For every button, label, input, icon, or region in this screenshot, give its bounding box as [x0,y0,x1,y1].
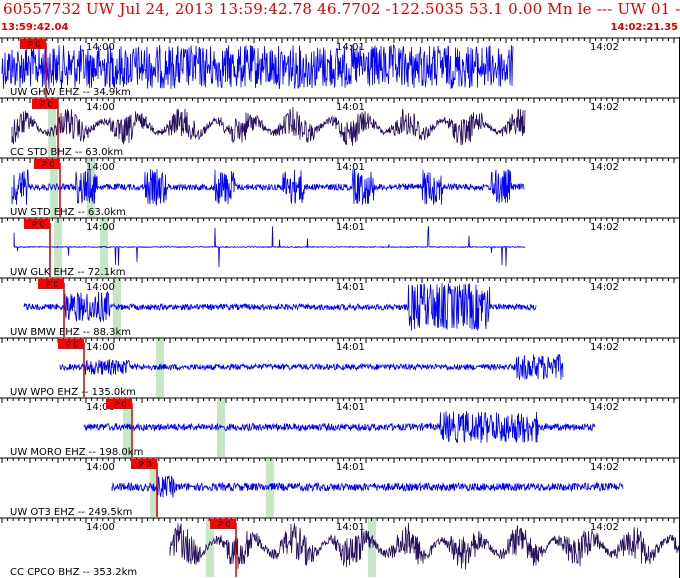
station-label: UW GHW EHZ -- 34.9km [10,87,131,98]
channel-panel[interactable]: 14:00 14:01 14:02 P 0 UW GLK EHZ -- 72.1km [0,217,680,278]
pick-phase-label: P 0 [32,220,44,229]
waveform-trace [111,475,624,498]
station-label: UW GLK EHZ -- 72.1km [10,267,126,278]
pick-phase-label: P 0 [28,40,40,49]
pick-phase-label: P 0 [114,400,126,409]
event-header: 60557732 UW Jul 24, 2013 13:59:42.78 46.… [0,0,680,22]
channel-panel[interactable]: 14:00 14:01 14:02 P 0 CC STD BHZ -- 63.0km [0,97,680,158]
waveform-trace [1,44,514,89]
event-title: 60557732 UW Jul 24, 2013 13:59:42.78 46.… [3,0,680,18]
pick-phase-label: P 0 [66,340,78,349]
time-label: 14:00 [86,342,115,353]
channel-panel[interactable]: 14:00 14:01 14:02 P 0 UW WPO EHZ -- 135.0km [0,337,680,398]
station-label: UW WPO EHZ -- 135.0km [10,387,136,398]
time-label: 14:00 [86,522,115,533]
time-label: 14:02 [590,102,619,113]
time-label: 14:02 [590,222,619,233]
pick-phase-label: P 0 [139,460,151,469]
channel-panel[interactable]: 14:00 14:01 14:02 P 0 CC CPCO BHZ -- 353.2km [0,517,680,578]
pick-phase-label: P 0 [42,160,54,169]
pick-window-band [368,519,376,577]
station-label: UW STD EHZ -- 63.0km [10,207,126,218]
station-label: CC STD BHZ -- 63.0km [10,147,123,158]
time-label: 14:02 [590,462,619,473]
waveform-trace [59,354,564,380]
time-label: 14:00 [86,102,115,113]
time-label: 14:02 [590,162,619,173]
pick-phase-label: P 0 [218,520,230,529]
channel-panel[interactable]: 14:00 14:01 14:02P 0UW MORO EHZ -- 198.0km [0,397,680,458]
start-time: 13:59:42.04 [1,22,69,33]
time-label: 14:02 [590,402,619,413]
time-label: 14:02 [590,42,619,53]
time-label: 14:01 [336,162,365,173]
seismogram-panel[interactable]: 14:00 14:01 14:02P 0UW GHW EHZ -- 34.9km14… [0,37,680,578]
channel-panel[interactable]: 14:00 14:01 14:02 P 0 UW BMW EHZ -- 88.3km [0,277,680,338]
waveform-trace [83,411,596,444]
time-label: 14:02 [590,342,619,353]
channel-panel[interactable]: 14:00 14:01 14:02P 0UW GHW EHZ -- 34.9km [0,37,680,98]
station-label: UW MORO EHZ -- 198.0km [10,447,143,458]
time-label: 14:01 [336,402,365,413]
time-label: 14:01 [336,222,365,233]
time-label: 14:00 [86,282,115,293]
station-label: CC CPCO BHZ -- 353.2km [10,567,137,578]
time-label: 14:00 [86,222,115,233]
station-label: UW BMW EHZ -- 88.3km [10,327,131,338]
station-label: UW OT3 EHZ -- 249.5km [10,507,132,518]
time-label: 14:02 [590,522,619,533]
time-label: 14:00 [86,462,115,473]
channel-panel[interactable]: 14:00 14:01 14:02P 0UW STD EHZ -- 63.0km [0,157,680,218]
end-time: 14:02:21.35 [610,22,678,33]
time-label: 14:02 [590,282,619,293]
time-label: 14:01 [336,102,365,113]
time-label: 14:01 [336,522,365,533]
pick-phase-label: P 0 [40,100,52,109]
time-label: 14:01 [336,282,365,293]
time-label: 14:01 [336,462,365,473]
time-label: 14:01 [336,342,365,353]
channel-panel[interactable]: 14:00 14:01 14:02 P 0 UW OT3 EHZ -- 249.5km [0,457,680,518]
pick-phase-label: P 0 [46,280,58,289]
